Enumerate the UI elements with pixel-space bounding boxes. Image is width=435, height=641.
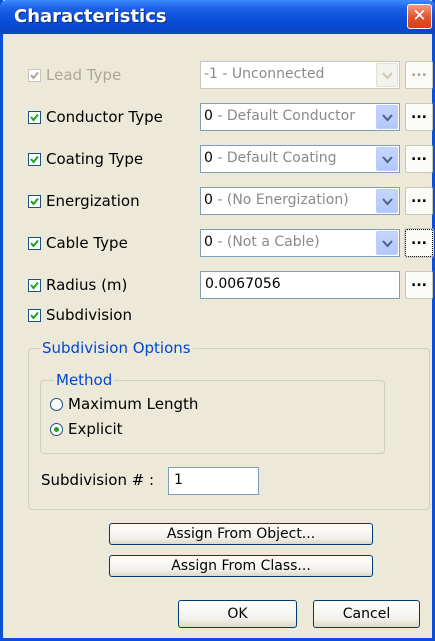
- cable-type-checkbox[interactable]: [28, 237, 41, 250]
- chevron-down-icon: [382, 198, 393, 206]
- subdivision-checkbox[interactable]: [28, 309, 41, 322]
- method-group: [40, 380, 385, 454]
- cable-type-value-text: - (Not a Cable): [212, 234, 320, 250]
- ellipsis-icon: ...: [411, 64, 427, 80]
- explicit-radio[interactable]: [50, 423, 63, 436]
- chevron-down-icon: [382, 240, 393, 248]
- conductor-type-value-text: - Default Conductor: [212, 108, 355, 124]
- ellipsis-icon: ...: [411, 232, 427, 248]
- coating-type-select[interactable]: 0 - Default Coating: [200, 145, 400, 173]
- subdivision-count-label: Subdivision # :: [41, 471, 155, 489]
- cable-type-value-id: 0: [204, 234, 213, 250]
- cable-type-label: Cable Type: [46, 234, 128, 252]
- conductor-type-dropdown-button[interactable]: [376, 105, 398, 129]
- radio-selected-dot: [54, 427, 59, 432]
- subdivision-count-value: 1: [174, 472, 183, 488]
- conductor-type-checkbox[interactable]: [28, 111, 41, 124]
- chevron-down-icon: [382, 114, 393, 122]
- coating-type-label: Coating Type: [46, 150, 144, 168]
- ellipsis-icon: ...: [411, 148, 427, 164]
- conductor-type-more-button[interactable]: ...: [405, 103, 433, 131]
- assign-from-class-button[interactable]: Assign From Class...: [109, 555, 373, 577]
- coating-type-value-text: - Default Coating: [212, 150, 337, 166]
- subdivision-label: Subdivision: [46, 306, 132, 324]
- cable-type-select[interactable]: 0 - (Not a Cable): [200, 229, 400, 257]
- conductor-type-label: Conductor Type: [46, 108, 163, 126]
- subdivision-options-title: Subdivision Options: [40, 339, 193, 357]
- cable-type-dropdown-button[interactable]: [376, 231, 398, 255]
- close-button[interactable]: ✕: [407, 4, 432, 29]
- coating-type-value-id: 0: [204, 150, 213, 166]
- assign-from-object-button[interactable]: Assign From Object...: [109, 523, 373, 545]
- energization-value-id: 0: [204, 192, 213, 208]
- lead-type-select[interactable]: -1 - Unconnected: [200, 61, 400, 89]
- radius-more-button[interactable]: ...: [405, 271, 433, 299]
- energization-select[interactable]: 0 - (No Energization): [200, 187, 400, 215]
- check-icon: [30, 197, 39, 206]
- radius-label: Radius (m): [46, 276, 128, 294]
- conductor-type-select[interactable]: 0 - Default Conductor: [200, 103, 400, 131]
- chevron-down-icon: [382, 72, 393, 80]
- radius-input[interactable]: 0.0067056: [200, 271, 400, 299]
- dialog-title: Characteristics: [14, 6, 167, 27]
- cable-type-more-button[interactable]: ...: [404, 228, 434, 258]
- subdivision-count-input[interactable]: 1: [168, 467, 259, 495]
- ok-button[interactable]: OK: [178, 600, 297, 628]
- energization-more-button[interactable]: ...: [405, 187, 433, 215]
- energization-dropdown-button[interactable]: [376, 189, 398, 213]
- check-icon: [30, 71, 39, 80]
- check-icon: [30, 155, 39, 164]
- maximum-length-radio[interactable]: [50, 398, 63, 411]
- lead-type-more-button[interactable]: ...: [405, 61, 433, 89]
- lead-type-value-text: - Unconnected: [217, 66, 325, 82]
- chevron-down-icon: [382, 156, 393, 164]
- check-icon: [30, 311, 39, 320]
- lead-type-label: Lead Type: [46, 66, 122, 84]
- title-bar[interactable]: Characteristics ✕: [0, 0, 435, 34]
- lead-type-checkbox[interactable]: [28, 69, 41, 82]
- radius-checkbox[interactable]: [28, 279, 41, 292]
- radius-value: 0.0067056: [205, 276, 281, 292]
- ellipsis-icon: ...: [411, 106, 427, 122]
- check-icon: [30, 281, 39, 290]
- check-icon: [30, 113, 39, 122]
- close-icon: ✕: [412, 6, 427, 26]
- lead-type-dropdown-button[interactable]: [376, 63, 398, 87]
- energization-label: Energization: [46, 192, 140, 210]
- lead-type-value-id: -1: [204, 66, 218, 82]
- conductor-type-value-id: 0: [204, 108, 213, 124]
- maximum-length-label: Maximum Length: [68, 395, 199, 413]
- cancel-button[interactable]: Cancel: [313, 600, 420, 628]
- energization-value-text: - (No Energization): [212, 192, 349, 208]
- coating-type-dropdown-button[interactable]: [376, 147, 398, 171]
- coating-type-checkbox[interactable]: [28, 153, 41, 166]
- energization-checkbox[interactable]: [28, 195, 41, 208]
- ellipsis-icon: ...: [411, 190, 427, 206]
- explicit-label: Explicit: [68, 420, 123, 438]
- coating-type-more-button[interactable]: ...: [405, 145, 433, 173]
- method-title: Method: [54, 371, 115, 389]
- check-icon: [30, 239, 39, 248]
- ellipsis-icon: ...: [411, 274, 427, 290]
